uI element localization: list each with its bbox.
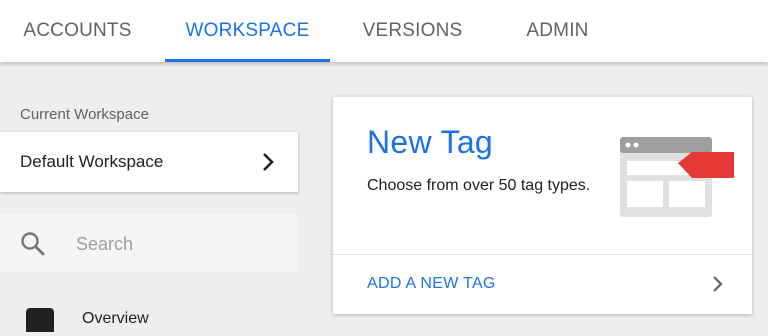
tab-admin[interactable]: ADMIN (495, 0, 620, 62)
search-box[interactable] (0, 215, 298, 272)
tag-browser-illustration (620, 137, 734, 217)
search-icon (21, 232, 45, 256)
sidebar-item-overview[interactable]: Overview (0, 296, 298, 336)
current-workspace-label: Current Workspace (20, 106, 149, 123)
top-navigation: ACCOUNTS WORKSPACE VERSIONS ADMIN (0, 0, 768, 62)
new-tag-title[interactable]: New Tag (367, 124, 493, 161)
add-new-tag-label: ADD A NEW TAG (367, 275, 496, 292)
chevron-right-icon (713, 276, 723, 292)
workspace-name: Default Workspace (20, 152, 164, 171)
add-new-tag-button[interactable]: ADD A NEW TAG (333, 255, 752, 314)
workspace-selector[interactable]: Default Workspace (0, 132, 298, 192)
briefcase-icon (26, 308, 54, 332)
new-tag-card: New Tag Choose from over 50 tag types. A… (333, 97, 752, 314)
tab-versions[interactable]: VERSIONS (340, 0, 485, 62)
new-tag-description: Choose from over 50 tag types. (367, 177, 591, 194)
search-input[interactable] (76, 229, 276, 259)
tab-accounts[interactable]: ACCOUNTS (0, 0, 155, 62)
sidebar-item-label: Overview (82, 310, 149, 327)
tab-workspace[interactable]: WORKSPACE (165, 0, 330, 62)
chevron-right-icon (263, 153, 274, 171)
